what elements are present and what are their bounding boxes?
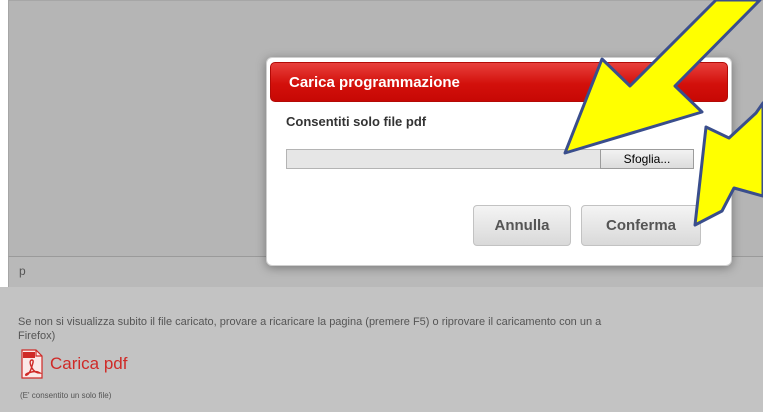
dialog-header: Carica programmazione xyxy=(270,62,728,102)
upload-pdf-label[interactable]: Carica pdf xyxy=(50,354,127,374)
single-file-note: (E' consentito un solo file) xyxy=(20,391,112,400)
confirm-button[interactable]: Conferma xyxy=(581,205,701,246)
editor-status-path: p xyxy=(19,264,26,278)
upload-info-text: Se non si visualizza subito il file cari… xyxy=(18,315,763,343)
upload-info-line-1: Se non si visualizza subito il file cari… xyxy=(18,316,602,328)
upload-info-line-2: Firefox) xyxy=(18,330,56,342)
allowed-files-label: Consentiti solo file pdf xyxy=(286,114,427,129)
dialog-title: Carica programmazione xyxy=(289,74,460,91)
browse-button[interactable]: Sfoglia... xyxy=(600,149,694,169)
page-root: p Se non si visualizza subito il file ca… xyxy=(0,0,763,412)
upload-dialog: Carica programmazione Consentiti solo fi… xyxy=(266,57,732,266)
upload-pdf-link[interactable]: Carica pdf xyxy=(20,348,127,380)
pdf-icon xyxy=(21,349,43,379)
cancel-button[interactable]: Annulla xyxy=(473,205,571,246)
file-path-field[interactable] xyxy=(286,149,601,169)
